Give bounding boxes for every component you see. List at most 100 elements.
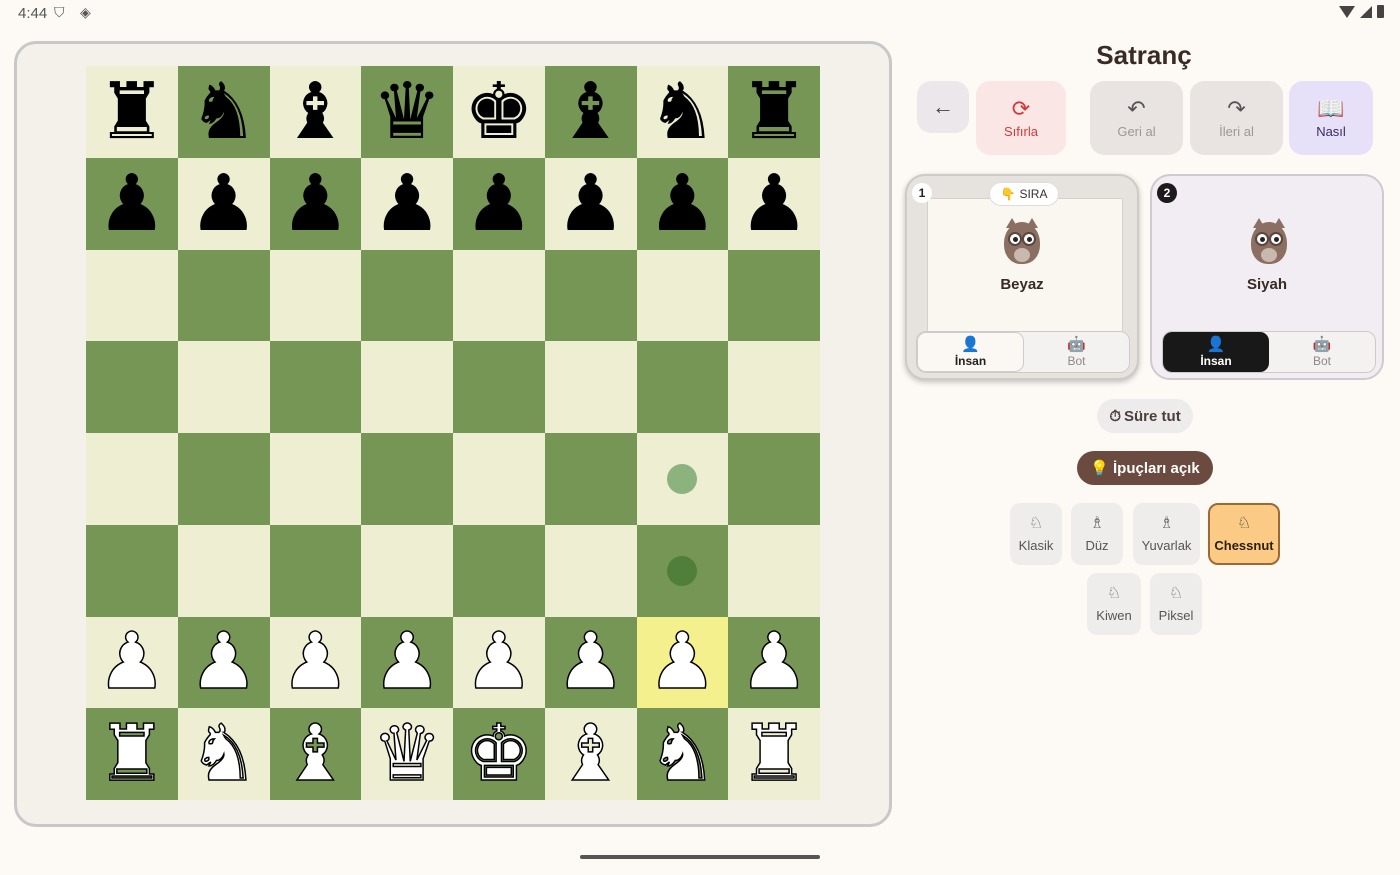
white-pawn-icon[interactable]: ♟ [555,623,626,703]
square-h8[interactable]: ♜ [728,66,820,158]
square-g2[interactable]: ♟ [636,616,729,709]
square-h7[interactable]: ♟ [728,157,820,250]
theme-duz-button[interactable]: ♗ Düz [1071,503,1123,565]
square-a7[interactable]: ♟ [86,157,178,250]
square-g3[interactable] [636,524,729,617]
square-c6[interactable] [269,249,362,342]
square-a8[interactable]: ♜ [86,66,178,158]
theme-chessnut-button[interactable]: ♘ Chessnut [1208,503,1280,565]
square-f1[interactable]: ♝ [544,708,637,800]
square-f7[interactable]: ♟ [544,157,637,250]
square-c8[interactable]: ♝ [269,66,362,158]
square-g7[interactable]: ♟ [636,157,729,250]
move-hint-dot[interactable] [667,555,698,586]
square-e4[interactable] [453,433,545,525]
square-b7[interactable]: ♟ [177,157,270,250]
home-indicator[interactable] [580,855,820,859]
square-e8[interactable]: ♚ [453,66,545,158]
square-a3[interactable] [86,524,178,617]
square-c1[interactable]: ♝ [269,708,362,800]
square-g4[interactable] [636,433,729,525]
square-e2[interactable]: ♟ [453,616,545,709]
square-f3[interactable] [544,524,637,617]
square-a1[interactable]: ♜ [86,708,178,800]
white-pawn-icon[interactable]: ♟ [463,623,534,703]
square-d7[interactable]: ♟ [361,157,453,250]
timer-button[interactable]: ⏱ Süre tut [1097,399,1193,433]
square-a6[interactable] [86,249,178,342]
square-e3[interactable] [453,524,545,617]
mode-human-button[interactable]: 👤 İnsan [917,332,1024,372]
how-to-play-button[interactable]: 📖 Nasıl [1289,81,1373,155]
black-bishop-icon[interactable]: ♝ [280,73,350,151]
hints-toggle-button[interactable]: 💡 İpuçları açık [1077,451,1213,485]
square-c7[interactable]: ♟ [269,157,362,250]
square-h3[interactable] [728,524,820,617]
black-rook-icon[interactable]: ♜ [97,73,167,151]
theme-klasik-button[interactable]: ♘ Klasik [1010,503,1062,565]
square-f2[interactable]: ♟ [544,616,637,709]
back-button[interactable]: ← [917,81,969,133]
white-pawn-icon[interactable]: ♟ [738,623,809,703]
square-f8[interactable]: ♝ [544,66,637,158]
square-h2[interactable]: ♟ [728,616,820,709]
square-g5[interactable] [636,341,729,433]
square-h4[interactable] [728,433,820,525]
square-d8[interactable]: ♛ [361,66,453,158]
square-d1[interactable]: ♛ [361,708,453,800]
square-h1[interactable]: ♜ [728,708,820,800]
square-d3[interactable] [361,524,453,617]
square-c3[interactable] [269,524,362,617]
redo-button[interactable]: ↷ İleri al [1190,81,1283,155]
white-knight-icon[interactable]: ♞ [647,714,718,794]
white-pawn-icon[interactable]: ♟ [280,623,351,703]
square-d6[interactable] [361,249,453,342]
square-c2[interactable]: ♟ [269,616,362,709]
black-bishop-icon[interactable]: ♝ [556,73,626,151]
square-e6[interactable] [453,249,545,342]
square-f4[interactable] [544,433,637,525]
white-pawn-icon[interactable]: ♟ [647,623,718,703]
black-knight-icon[interactable]: ♞ [189,73,259,151]
square-b8[interactable]: ♞ [177,66,270,158]
white-pawn-icon[interactable]: ♟ [188,623,259,703]
square-g8[interactable]: ♞ [636,66,729,158]
square-b5[interactable] [177,341,270,433]
square-g6[interactable] [636,249,729,342]
white-queen-icon[interactable]: ♛ [371,714,442,794]
square-f6[interactable] [544,249,637,342]
theme-kiwen-button[interactable]: ♘ Kiwen [1087,573,1141,635]
white-pawn-icon[interactable]: ♟ [96,623,167,703]
square-a2[interactable]: ♟ [86,616,178,709]
black-pawn-icon[interactable]: ♟ [739,165,809,243]
square-h5[interactable] [728,341,820,433]
white-knight-icon[interactable]: ♞ [188,714,259,794]
theme-yuvarlak-button[interactable]: ♗ Yuvarlak [1133,503,1200,565]
square-d2[interactable]: ♟ [361,616,453,709]
white-rook-icon[interactable]: ♜ [96,714,167,794]
black-king-icon[interactable]: ♚ [464,73,534,151]
square-d4[interactable] [361,433,453,525]
square-h6[interactable] [728,249,820,342]
black-pawn-icon[interactable]: ♟ [647,165,717,243]
white-king-icon[interactable]: ♚ [463,714,534,794]
black-knight-icon[interactable]: ♞ [647,73,717,151]
white-pawn-icon[interactable]: ♟ [371,623,442,703]
square-c4[interactable] [269,433,362,525]
square-b6[interactable] [177,249,270,342]
black-pawn-icon[interactable]: ♟ [464,165,534,243]
black-rook-icon[interactable]: ♜ [739,73,809,151]
white-rook-icon[interactable]: ♜ [738,714,809,794]
white-bishop-icon[interactable]: ♝ [555,714,626,794]
black-queen-icon[interactable]: ♛ [372,73,442,151]
square-c5[interactable] [269,341,362,433]
black-pawn-icon[interactable]: ♟ [97,165,167,243]
undo-button[interactable]: ↶ Geri al [1090,81,1183,155]
square-b3[interactable] [177,524,270,617]
square-e5[interactable] [453,341,545,433]
square-e1[interactable]: ♚ [453,708,545,800]
square-b2[interactable]: ♟ [177,616,270,709]
chess-board[interactable]: ♜ ♞ ♝ ♛ ♚ ♝ ♞ ♜ ♟ ♟ ♟ ♟ ♟ ♟ ♟ ♟ ♟ ♟ ♟ ♟ ♟ ♟ ♟ ♟ ♜ ♞ ♝ ♛ ♚ ♝ ♞ ♜ [86,66,820,800]
square-g1[interactable]: ♞ [636,708,729,800]
square-d5[interactable] [361,341,453,433]
